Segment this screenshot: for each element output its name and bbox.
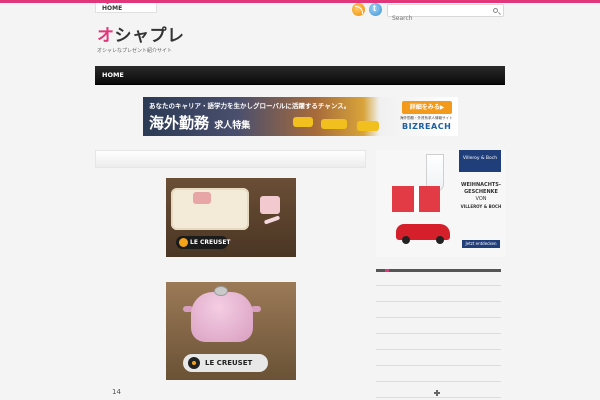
widget-divider bbox=[376, 301, 501, 302]
brand-plate: LE CREUSET bbox=[176, 236, 231, 249]
car-wheel-graphic bbox=[436, 236, 444, 244]
taxi-graphic bbox=[321, 119, 347, 129]
ad-headline-line-1: WEIHNACHTS- bbox=[461, 182, 501, 188]
ad-headline-line-3: VON bbox=[475, 196, 487, 202]
pot-knob-graphic bbox=[214, 286, 228, 296]
site-subtitle: オシャレなプレゼント紹介サイト bbox=[97, 48, 173, 54]
post-header-bar bbox=[95, 150, 366, 168]
site-title-rest: シャプレ bbox=[114, 26, 185, 46]
site-logo[interactable]: オシャプレ オシャレなプレゼント紹介サイト bbox=[97, 27, 185, 54]
banner-brand-logo: BIZREACH bbox=[402, 122, 452, 131]
rss-feed-icon[interactable] bbox=[352, 3, 365, 16]
widget-header-accent bbox=[385, 269, 389, 272]
main-navigation: HOME bbox=[95, 66, 505, 85]
taxi-graphic bbox=[293, 117, 313, 127]
expand-icon[interactable] bbox=[434, 390, 440, 396]
product-photo-pink-pot[interactable]: LE CREUSET bbox=[166, 282, 296, 380]
ad-cta-button[interactable]: Jetzt entdecken bbox=[462, 240, 500, 248]
ad-headline: WEIHNACHTS- GESCHENKE VON VILLEROY & BOC… bbox=[458, 182, 504, 210]
widget-divider bbox=[376, 317, 501, 318]
tray-cup-graphic bbox=[193, 192, 211, 204]
brand-plate: LE CREUSET bbox=[183, 354, 268, 372]
ad-brand-logo: Villeroy & Boch bbox=[459, 150, 501, 172]
cup-graphic bbox=[260, 196, 280, 214]
active-indicator-dot bbox=[106, 1, 109, 4]
banner-details-button[interactable]: 詳細をみる▶ bbox=[402, 101, 452, 114]
sidebar-ad-villeroy-boch[interactable]: Villeroy & Boch WEIHNACHTS- GESCHENKE VO… bbox=[376, 150, 506, 257]
banner-headline-sub: 求人特集 bbox=[214, 121, 251, 131]
site-title: オシャプレ bbox=[97, 27, 185, 45]
ad-headline-line-2: GESCHENKE bbox=[464, 189, 498, 195]
gift-ribbon-graphic bbox=[414, 186, 419, 212]
taxi-graphic bbox=[357, 121, 379, 131]
pot-graphic bbox=[191, 292, 253, 342]
top-bar: HOME bbox=[95, 1, 505, 24]
widget-divider bbox=[376, 333, 501, 334]
twitter-icon[interactable] bbox=[369, 3, 382, 16]
banner-tagline: あなたのキャリア・語学力を生かしグローバルに活躍するチャンス。 bbox=[149, 102, 351, 110]
banner-headline: 海外勤務 求人特集 bbox=[149, 112, 250, 133]
top-nav-home-label: HOME bbox=[102, 5, 123, 12]
top-nav-home-link[interactable]: HOME bbox=[95, 1, 157, 13]
search-box bbox=[387, 4, 504, 24]
car-wheel-graphic bbox=[402, 236, 410, 244]
search-input[interactable] bbox=[388, 13, 486, 24]
product-photo-tray-set[interactable]: LE CREUSET bbox=[166, 178, 296, 257]
site-title-first-char: オ bbox=[97, 26, 115, 46]
page-number[interactable]: 14 bbox=[112, 388, 121, 396]
banner-headline-main: 海外勤務 bbox=[149, 114, 210, 132]
search-icon[interactable] bbox=[493, 8, 498, 13]
widget-divider bbox=[376, 397, 501, 398]
main-nav-home-link[interactable]: HOME bbox=[102, 71, 124, 79]
banner-caption: 海外勤務・外資系求人情報サイト bbox=[400, 116, 453, 120]
widget-header-bar bbox=[376, 269, 501, 272]
sidebar-widget bbox=[376, 269, 501, 400]
widget-divider bbox=[376, 381, 501, 382]
widget-divider bbox=[376, 349, 501, 350]
widget-divider bbox=[376, 365, 501, 366]
ad-headline-line-4: VILLEROY & BOCH bbox=[460, 204, 502, 209]
widget-divider bbox=[376, 285, 501, 286]
recruitment-banner-ad[interactable]: あなたのキャリア・語学力を生かしグローバルに活躍するチャンス。 海外勤務 求人特… bbox=[143, 97, 458, 136]
spoon-graphic bbox=[263, 215, 281, 225]
tray-graphic bbox=[171, 188, 249, 230]
main-content: LE CREUSET LE CREUSET bbox=[95, 150, 366, 400]
